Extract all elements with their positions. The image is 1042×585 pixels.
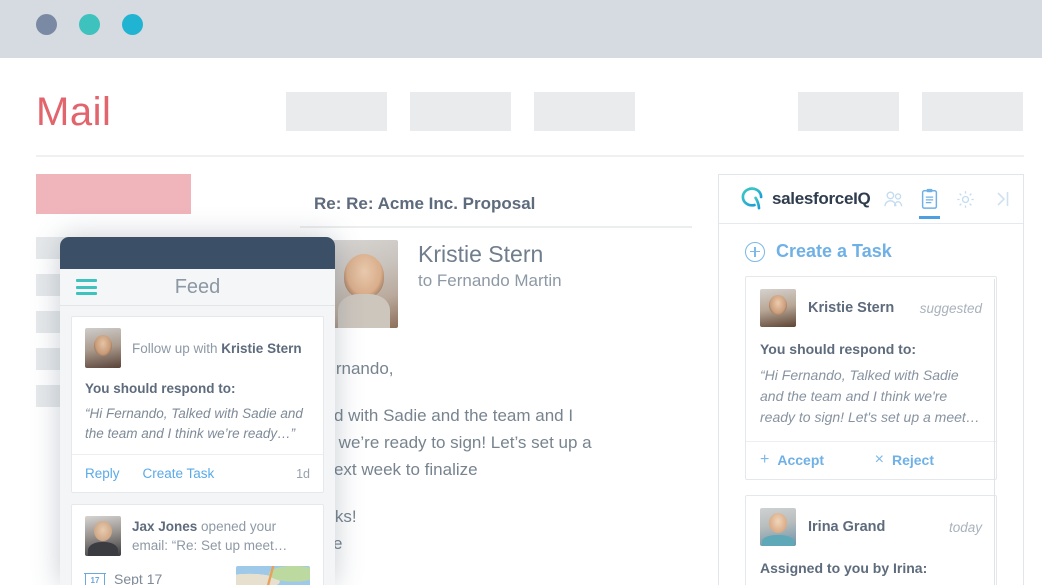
- toolbar-placeholder-2[interactable]: [410, 92, 511, 131]
- create-task-label: Create a Task: [776, 241, 892, 261]
- feed-card-headline: Jax Jones opened your email: “Re: Set up…: [132, 517, 310, 555]
- email-recipient: to Fernando Martin: [418, 271, 562, 290]
- gear-icon[interactable]: [954, 175, 977, 224]
- salesforceiq-q-logo: [741, 187, 763, 210]
- accept-button[interactable]: + Accept: [760, 451, 824, 469]
- sidebar-item-selected[interactable]: [36, 174, 191, 214]
- create-task-button[interactable]: Create a Task: [719, 224, 1023, 276]
- salesforceiq-panel: salesforceIQ Create a Task Kristie Stern…: [718, 174, 1024, 585]
- email-body-line-1: ked with Sadie and the team and I: [316, 406, 574, 425]
- mobile-status-bar: [60, 237, 335, 269]
- feed-quote: “Hi Fernando, Talked with Sadie and the …: [85, 406, 303, 441]
- feed-card-body: Jax Jones opened your email: “Re: Set up…: [72, 505, 323, 585]
- mobile-feed-overlay: Feed Follow up with Kristie Stern You sh…: [60, 237, 335, 585]
- reject-label: Reject: [891, 452, 934, 468]
- window-chrome-bar: [0, 0, 1042, 58]
- panel-scroll-divider: [994, 279, 995, 585]
- map-thumbnail[interactable]: [236, 566, 310, 585]
- feed-respond-label: You should respond to:: [85, 381, 236, 396]
- email-sender-name: Kristie Stern: [418, 241, 544, 267]
- reply-button[interactable]: Reply: [85, 466, 120, 481]
- window-dot-teal[interactable]: [79, 14, 100, 35]
- email-body-paragraph: ked with Sadie and the team and I nk we’…: [316, 402, 682, 483]
- contacts-icon[interactable]: [882, 175, 905, 224]
- task-card[interactable]: Kristie Stern suggested You should respo…: [745, 276, 997, 480]
- avatar: [760, 508, 796, 546]
- feed-headline-prefix: Follow up with: [132, 340, 222, 356]
- close-icon: ×: [874, 451, 884, 468]
- feed-card-actions: Reply Create Task 1d: [72, 454, 323, 492]
- salesforceiq-icon-row: [882, 175, 1013, 224]
- task-card-header: Kristie Stern suggested: [760, 289, 982, 327]
- create-task-button[interactable]: Create Task: [143, 466, 215, 481]
- feed-card-datetime: 17 Sept 17: [84, 566, 310, 585]
- status-badge: suggested: [919, 300, 982, 316]
- mobile-nav-title: Feed: [174, 276, 221, 298]
- salesforceiq-brand: salesforceIQ: [739, 186, 871, 212]
- email-subject: Re: Re: Acme Inc. Proposal: [314, 194, 536, 213]
- salesforceiq-panel-header: salesforceIQ: [719, 175, 1023, 224]
- salesforceiq-wordmark: salesforceIQ: [772, 189, 871, 208]
- feed-card-header: Jax Jones opened your email: “Re: Set up…: [85, 516, 310, 556]
- email-body-line-2: nk we’re ready to sign! Let’s set up a: [316, 433, 592, 452]
- accept-label: Accept: [777, 452, 825, 468]
- feed-card-headline: Follow up with Kristie Stern: [132, 339, 302, 358]
- list-item[interactable]: Jax Jones opened your email: “Re: Set up…: [71, 504, 324, 585]
- task-card-body: Kristie Stern suggested You should respo…: [746, 277, 996, 441]
- list-item[interactable]: Follow up with Kristie Stern You should …: [71, 316, 324, 493]
- task-card[interactable]: Irina Grand today Assigned to you by Iri…: [745, 495, 997, 585]
- toolbar-placeholder-3[interactable]: [534, 92, 635, 131]
- feed-headline-name: Kristie Stern: [221, 340, 302, 356]
- email-body-greeting: Fernando,: [316, 359, 394, 378]
- avatar: [85, 328, 121, 368]
- email-body-signoff: anks! stie: [316, 503, 682, 557]
- avatar: [330, 240, 398, 328]
- header-divider: [36, 155, 1024, 157]
- window-controls: [36, 14, 143, 35]
- reject-button[interactable]: × Reject: [875, 451, 934, 469]
- app-screen: Mail Re: Re: Acme Inc. Proposal Kristie …: [0, 0, 1042, 585]
- toolbar-placeholder-4[interactable]: [798, 92, 899, 131]
- calendar-icon: 17: [84, 568, 106, 585]
- email-subject-divider: [300, 226, 692, 228]
- task-label: Assigned to you by Irina:: [760, 560, 928, 576]
- mobile-feed-list[interactable]: Follow up with Kristie Stern You should …: [60, 306, 335, 585]
- salesforceiq-panel-body: Create a Task Kristie Stern suggested Yo…: [719, 224, 1023, 585]
- collapse-chevron-icon[interactable]: [990, 175, 1013, 224]
- email-body: Fernando, ked with Sadie and the team an…: [316, 355, 682, 577]
- window-dot-gray[interactable]: [36, 14, 57, 35]
- feed-headline-name: Jax Jones: [132, 519, 198, 534]
- toolbar-placeholder-5[interactable]: [922, 92, 1023, 131]
- task-card-body: Irina Grand today Assigned to you by Iri…: [746, 496, 996, 585]
- page-title: Mail: [36, 90, 112, 134]
- task-card-header: Irina Grand today: [760, 508, 982, 546]
- task-person-name: Irina Grand: [808, 519, 886, 535]
- clipboard-icon[interactable]: [918, 175, 941, 224]
- task-label: You should respond to:: [760, 341, 917, 357]
- toolbar-placeholder-1[interactable]: [286, 92, 387, 131]
- feed-card-date: Sept 17: [114, 571, 163, 585]
- avatar: [760, 289, 796, 327]
- avatar: [85, 516, 121, 556]
- task-quote: “Hi Fernando, Talked with Sadie and the …: [760, 367, 980, 425]
- plus-circle-icon: [745, 241, 765, 262]
- status-badge: today: [948, 519, 982, 535]
- task-person-name: Kristie Stern: [808, 300, 895, 316]
- feed-card-body: Follow up with Kristie Stern You should …: [72, 317, 323, 454]
- feed-card-header: Follow up with Kristie Stern: [85, 328, 310, 368]
- task-card-actions: + Accept × Reject: [746, 441, 996, 479]
- feed-card-age: 1d: [296, 466, 310, 481]
- mobile-nav-bar: Feed: [60, 269, 335, 306]
- calendar-icon-day: 17: [90, 576, 100, 585]
- email-body-line-3: l next week to finalize: [316, 460, 478, 479]
- window-dot-cyan[interactable]: [122, 14, 143, 35]
- plus-icon: +: [760, 451, 770, 468]
